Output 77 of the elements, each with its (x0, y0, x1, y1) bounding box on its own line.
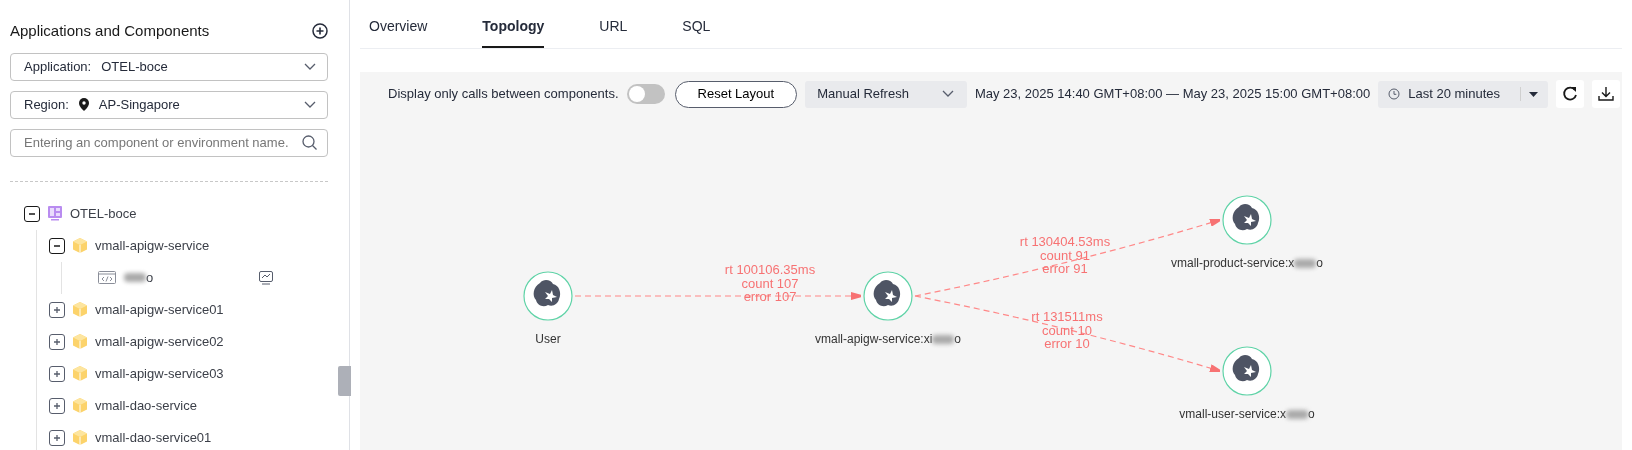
node-label: vmall-product-service:x (1170, 255, 1295, 272)
redaction-blur (1294, 258, 1317, 268)
select-value: Manual Refresh (817, 85, 909, 104)
tree-item-label[interactable]: vmall-apigw-service02 (95, 331, 224, 352)
tree-item-label[interactable]: OTEL-boce (70, 203, 137, 224)
search-field[interactable]: Entering an component or environment name. (10, 128, 328, 157)
expand-toggle[interactable] (24, 205, 40, 222)
service-node[interactable] (863, 271, 913, 321)
refresh-button[interactable] (1556, 80, 1584, 108)
select-label: Application: (24, 57, 92, 76)
tree-item-label[interactable]: vmall-dao-service01 (95, 427, 212, 448)
download-icon (1598, 86, 1614, 102)
panel-title: Applications and Components (10, 21, 210, 41)
node-label: o (954, 331, 961, 348)
node-label: vmall-apigw-service:xi (815, 331, 933, 348)
select-value: AP-Singapore (98, 95, 181, 114)
expand-toggle[interactable] (49, 429, 65, 446)
cube-icon (73, 430, 87, 445)
service-node[interactable] (523, 271, 573, 321)
node-label: o (1316, 255, 1324, 272)
node-label: o (1308, 406, 1315, 423)
node-label: vmall-user-service:x (1179, 406, 1286, 423)
application-select[interactable]: Application: OTEL-boce (10, 52, 328, 81)
collapse-handle[interactable] (338, 366, 351, 396)
tree-item-label[interactable]: vmall-apigw-service03 (95, 363, 224, 384)
redaction-blur (1286, 409, 1308, 419)
cube-icon (73, 398, 87, 413)
region-select[interactable]: Region: AP-Singapore (10, 90, 328, 119)
time-range-text: May 23, 2025 14:40 GMT+08:00 — May 23, 2025 15:00 GMT+08:00 (974, 85, 1371, 104)
tree-item-label[interactable]: vmall-apigw-service (95, 235, 210, 256)
edge-label: rt 100106.35ms count 107 error 107 (724, 263, 816, 304)
plus-icon (52, 400, 62, 411)
service-node[interactable] (1222, 195, 1272, 245)
expand-toggle[interactable] (49, 365, 65, 382)
plus-icon (52, 336, 62, 347)
expand-toggle[interactable] (49, 333, 65, 350)
code-window-icon (98, 270, 116, 285)
redaction-blur (124, 273, 146, 282)
tree-item-label[interactable]: o (146, 267, 154, 288)
tab[interactable]: Overview (369, 16, 428, 48)
cube-icon (73, 366, 87, 381)
toggle-switch[interactable] (626, 84, 665, 104)
select-value: OTEL-boce (101, 57, 169, 76)
expand-toggle[interactable] (49, 237, 65, 254)
tab[interactable]: Topology (482, 16, 545, 48)
download-button[interactable] (1592, 80, 1620, 108)
expand-toggle[interactable] (49, 397, 65, 414)
plus-icon (52, 432, 62, 443)
location-pin-icon (78, 98, 89, 111)
toggle-label: Display only calls between components. (388, 85, 619, 104)
cube-icon (73, 238, 87, 253)
select-value: Last 20 minutes (1408, 85, 1500, 104)
time-preset-select[interactable]: Last 20 minutes (1378, 80, 1548, 108)
node-label: User (535, 331, 561, 348)
refresh-icon (1562, 86, 1578, 102)
plus-icon (52, 368, 62, 379)
cube-icon (73, 334, 87, 349)
tree-item-label[interactable]: vmall-dao-service (95, 395, 197, 416)
search-icon[interactable] (302, 135, 317, 150)
clock-icon (1388, 88, 1401, 100)
reset-layout-button[interactable]: Reset Layout (674, 80, 798, 108)
monitor-icon[interactable] (259, 270, 274, 285)
redaction-blur (932, 334, 955, 344)
tab[interactable]: URL (599, 16, 628, 48)
caret-down-icon[interactable] (1529, 91, 1538, 97)
tab[interactable]: SQL (682, 16, 711, 48)
expand-toggle[interactable] (49, 301, 65, 318)
service-node[interactable] (1222, 346, 1272, 396)
application-icon (48, 206, 62, 221)
plus-icon (52, 304, 62, 315)
select-label: Region: (24, 95, 69, 114)
refresh-mode-select[interactable]: Manual Refresh (805, 80, 967, 108)
edge-label: rt 131511ms count 10 error 10 (1031, 310, 1103, 351)
cube-icon (73, 302, 87, 317)
tree-item-label[interactable]: vmall-apigw-service01 (95, 299, 224, 320)
add-icon[interactable] (312, 23, 328, 40)
edge-label: rt 130404.53ms count 91 error 91 (1019, 235, 1111, 276)
